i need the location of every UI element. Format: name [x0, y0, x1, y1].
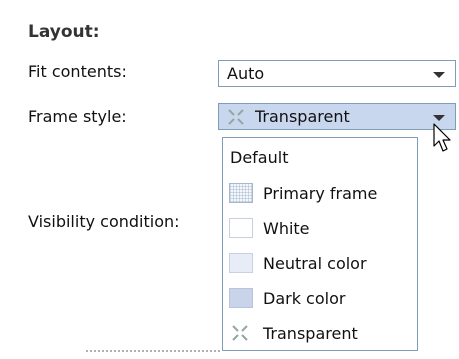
option-label: White	[263, 219, 310, 238]
layout-section: Layout: Fit contents: Auto Frame style: …	[0, 0, 459, 359]
fit-contents-label: Fit contents:	[28, 62, 127, 81]
frame-style-dropdown-list[interactable]: Default Primary frame White Neutral colo…	[222, 137, 418, 351]
frame-style-label: Frame style:	[28, 107, 127, 126]
option-label: Primary frame	[263, 184, 378, 203]
neutral-color-swatch-icon	[229, 253, 253, 273]
primary-frame-swatch-icon	[229, 183, 253, 203]
transparent-x-icon	[232, 325, 248, 341]
option-dark-color[interactable]: Dark color	[223, 283, 417, 317]
chevron-down-icon[interactable]	[433, 72, 445, 78]
white-swatch-icon	[229, 218, 253, 238]
visibility-condition-label: Visibility condition:	[28, 212, 180, 231]
option-white[interactable]: White	[223, 213, 417, 247]
option-primary-frame[interactable]: Primary frame	[223, 178, 417, 212]
section-title-layout: Layout:	[28, 22, 100, 42]
option-label: Neutral color	[263, 254, 367, 273]
dark-color-swatch-icon	[229, 288, 253, 308]
option-default[interactable]: Default	[223, 142, 417, 176]
option-neutral-color[interactable]: Neutral color	[223, 248, 417, 282]
option-label: Transparent	[263, 324, 358, 343]
transparent-x-icon	[228, 109, 244, 125]
option-transparent[interactable]: Transparent	[223, 318, 417, 352]
option-label: Dark color	[263, 289, 346, 308]
chevron-down-icon[interactable]	[433, 115, 445, 121]
option-label: Default	[230, 148, 289, 167]
fit-contents-combobox[interactable]: Auto	[218, 60, 456, 87]
fit-contents-value: Auto	[227, 64, 265, 83]
properties-panel: Layout: Fit contents: Auto Frame style: …	[0, 0, 459, 359]
mouse-cursor-icon	[433, 123, 451, 152]
frame-style-value: Transparent	[255, 107, 350, 126]
dotted-divider	[86, 350, 222, 352]
frame-style-combobox[interactable]: Transparent	[218, 103, 456, 130]
